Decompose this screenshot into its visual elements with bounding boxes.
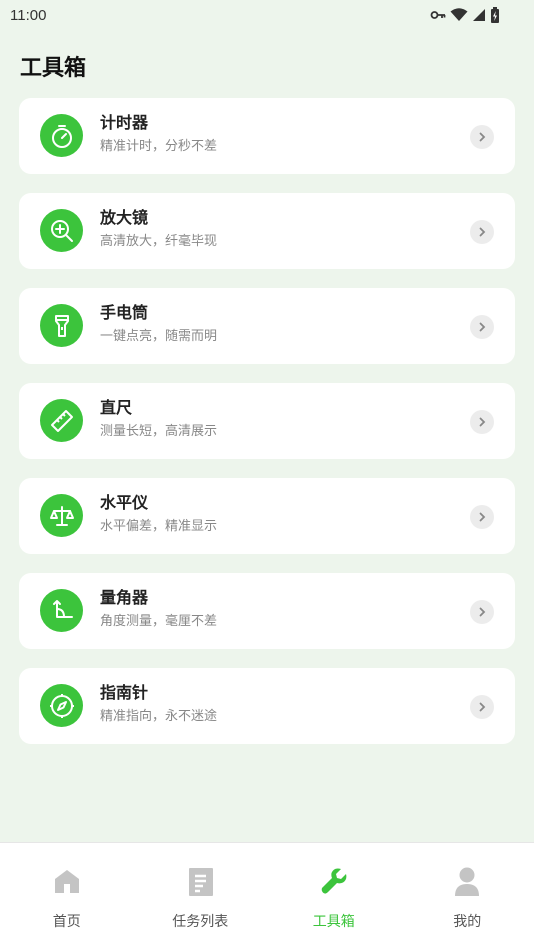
- tool-list: 计时器 精准计时，分秒不差 放大镜 高清放大，纤毫毕现 手电筒 一键点亮，随需而…: [19, 98, 515, 763]
- vpn-key-icon: [430, 11, 446, 19]
- tool-name: 计时器: [100, 113, 149, 132]
- tool-desc: 测量长短，高清展示: [100, 424, 218, 439]
- wrench-icon: [318, 865, 350, 897]
- chevron-right-icon: [470, 505, 494, 529]
- tool-card-protractor[interactable]: 量角器 角度测量，毫厘不差: [19, 573, 515, 649]
- nav-item-tasks[interactable]: 任务列表: [134, 843, 268, 949]
- user-icon: [451, 865, 483, 897]
- nav-label: 工具箱: [312, 914, 355, 930]
- magnifier-icon: [40, 209, 83, 252]
- status-bar: 11:00: [0, 0, 534, 30]
- nav-item-home[interactable]: 首页: [0, 843, 134, 949]
- bottom-nav: 首页 任务列表 工具箱 我的: [0, 842, 534, 949]
- tool-card-magnifier[interactable]: 放大镜 高清放大，纤毫毕现: [19, 193, 515, 269]
- battery-icon: [491, 7, 499, 23]
- chevron-right-icon: [470, 125, 494, 149]
- flashlight-icon: [40, 304, 83, 347]
- tool-name: 量角器: [100, 588, 149, 607]
- tool-name: 手电筒: [100, 303, 149, 322]
- chevron-right-icon: [470, 410, 494, 434]
- tool-desc: 角度测量，毫厘不差: [100, 614, 218, 629]
- tool-desc: 精准计时，分秒不差: [100, 139, 218, 154]
- nav-item-me[interactable]: 我的: [401, 843, 534, 949]
- document-icon: [184, 865, 216, 897]
- stopwatch-icon: [40, 114, 83, 157]
- tool-card-compass[interactable]: 指南针 精准指向，永不迷途: [19, 668, 515, 744]
- tool-desc: 水平偏差，精准显示: [100, 519, 218, 534]
- balance-icon: [40, 494, 83, 537]
- tool-desc: 高清放大，纤毫毕现: [100, 234, 218, 249]
- status-time: 11:00: [10, 6, 47, 24]
- tool-name: 指南针: [100, 683, 149, 702]
- status-icons: [430, 7, 500, 23]
- tool-card-timer[interactable]: 计时器 精准计时，分秒不差: [19, 98, 515, 174]
- chevron-right-icon: [470, 315, 494, 339]
- nav-item-toolbox[interactable]: 工具箱: [267, 843, 401, 949]
- signal-icon: [473, 9, 485, 21]
- tool-name: 放大镜: [100, 208, 149, 227]
- tool-desc: 一键点亮，随需而明: [100, 329, 218, 344]
- tool-card-flashlight[interactable]: 手电筒 一键点亮，随需而明: [19, 288, 515, 364]
- home-icon: [51, 865, 83, 897]
- protractor-icon: [40, 589, 83, 632]
- page-title: 工具箱: [20, 56, 87, 81]
- tool-name: 直尺: [100, 398, 133, 417]
- compass-icon: [40, 684, 83, 727]
- tool-desc: 精准指向，永不迷途: [100, 709, 218, 724]
- nav-label: 首页: [52, 914, 81, 930]
- nav-label: 任务列表: [172, 914, 229, 930]
- nav-label: 我的: [453, 914, 482, 930]
- chevron-right-icon: [470, 600, 494, 624]
- tool-card-level[interactable]: 水平仪 水平偏差，精准显示: [19, 478, 515, 554]
- wifi-icon: [450, 8, 468, 21]
- ruler-icon: [40, 399, 83, 442]
- chevron-right-icon: [470, 695, 494, 719]
- tool-card-ruler[interactable]: 直尺 测量长短，高清展示: [19, 383, 515, 459]
- tool-name: 水平仪: [100, 493, 149, 512]
- chevron-right-icon: [470, 220, 494, 244]
